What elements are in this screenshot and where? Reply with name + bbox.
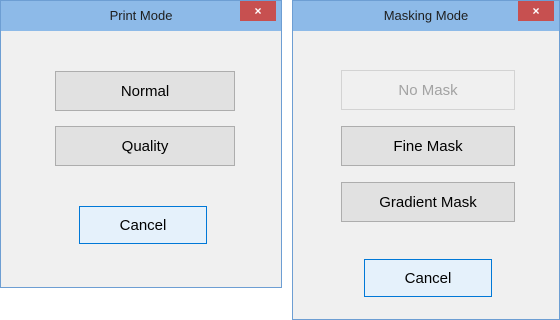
no-mask-button[interactable]: No Mask xyxy=(341,70,515,110)
quality-button[interactable]: Quality xyxy=(55,126,235,166)
masking-mode-titlebar[interactable]: Masking Mode × xyxy=(293,1,559,31)
gradient-mask-button[interactable]: Gradient Mask xyxy=(341,182,515,222)
print-mode-dialog: Print Mode × Normal Quality Cancel xyxy=(0,0,282,288)
print-mode-close-button[interactable]: × xyxy=(240,1,276,21)
masking-mode-dialog: Masking Mode × No Mask Fine Mask Gradien… xyxy=(292,0,560,320)
masking-mode-close-button[interactable]: × xyxy=(518,1,554,21)
masking-mode-cancel-button[interactable]: Cancel xyxy=(364,259,492,297)
print-mode-client-area: Normal Quality Cancel xyxy=(9,31,273,279)
print-mode-title: Print Mode xyxy=(109,8,173,23)
fine-mask-button[interactable]: Fine Mask xyxy=(341,126,515,166)
masking-mode-client-area: No Mask Fine Mask Gradient Mask Cancel xyxy=(301,31,551,311)
normal-button[interactable]: Normal xyxy=(55,71,235,111)
print-mode-titlebar[interactable]: Print Mode × xyxy=(1,1,281,31)
print-mode-cancel-button[interactable]: Cancel xyxy=(79,206,207,244)
